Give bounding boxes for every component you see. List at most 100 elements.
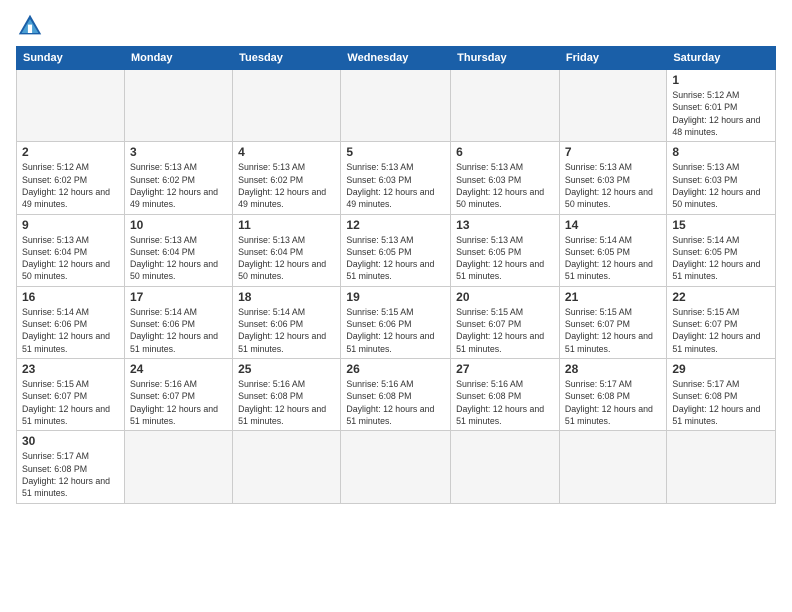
day-number: 14 xyxy=(565,218,661,232)
calendar-cell: 25 Sunrise: 5:16 AMSunset: 6:08 PMDayligh… xyxy=(233,359,341,431)
weekday-header-saturday: Saturday xyxy=(667,47,776,70)
day-number: 8 xyxy=(672,145,770,159)
day-info: Sunrise: 5:16 AMSunset: 6:08 PMDaylight:… xyxy=(456,378,554,427)
calendar-week-row: 30 Sunrise: 5:17 AMSunset: 6:08 PMDayligh… xyxy=(17,431,776,503)
header xyxy=(16,12,776,40)
day-info: Sunrise: 5:15 AMSunset: 6:07 PMDaylight:… xyxy=(565,306,661,355)
calendar-week-row: 23 Sunrise: 5:15 AMSunset: 6:07 PMDayligh… xyxy=(17,359,776,431)
day-info: Sunrise: 5:14 AMSunset: 6:06 PMDaylight:… xyxy=(22,306,119,355)
day-info: Sunrise: 5:12 AMSunset: 6:02 PMDaylight:… xyxy=(22,161,119,210)
calendar-cell: 2 Sunrise: 5:12 AMSunset: 6:02 PMDaylight… xyxy=(17,142,125,214)
day-number: 12 xyxy=(346,218,445,232)
calendar-cell xyxy=(233,431,341,503)
day-info: Sunrise: 5:13 AMSunset: 6:02 PMDaylight:… xyxy=(238,161,335,210)
calendar-cell: 6Sunrise: 5:13 AMSunset: 6:03 PMDaylight… xyxy=(451,142,560,214)
calendar-cell xyxy=(17,70,125,142)
weekday-header-wednesday: Wednesday xyxy=(341,47,451,70)
day-number: 11 xyxy=(238,218,335,232)
day-info: Sunrise: 5:15 AMSunset: 6:07 PMDaylight:… xyxy=(22,378,119,427)
day-info: Sunrise: 5:13 AMSunset: 6:05 PMDaylight:… xyxy=(346,234,445,283)
calendar-cell: 14 Sunrise: 5:14 AMSunset: 6:05 PMDayligh… xyxy=(559,214,666,286)
calendar-cell: 24Sunrise: 5:16 AMSunset: 6:07 PMDayligh… xyxy=(124,359,232,431)
weekday-header-monday: Monday xyxy=(124,47,232,70)
calendar-cell xyxy=(124,70,232,142)
day-info: Sunrise: 5:13 AMSunset: 6:04 PMDaylight:… xyxy=(130,234,227,283)
calendar-cell: 30 Sunrise: 5:17 AMSunset: 6:08 PMDayligh… xyxy=(17,431,125,503)
day-number: 28 xyxy=(565,362,661,376)
weekday-header-friday: Friday xyxy=(559,47,666,70)
day-info: Sunrise: 5:16 AMSunset: 6:08 PMDaylight:… xyxy=(238,378,335,427)
calendar-cell xyxy=(124,431,232,503)
calendar-cell: 23 Sunrise: 5:15 AMSunset: 6:07 PMDayligh… xyxy=(17,359,125,431)
calendar-cell: 29 Sunrise: 5:17 AMSunset: 6:08 PMDayligh… xyxy=(667,359,776,431)
calendar-cell: 18Sunrise: 5:14 AMSunset: 6:06 PMDayligh… xyxy=(233,286,341,358)
day-info: Sunrise: 5:13 AMSunset: 6:04 PMDaylight:… xyxy=(238,234,335,283)
calendar-cell: 15 Sunrise: 5:14 AMSunset: 6:05 PMDayligh… xyxy=(667,214,776,286)
day-info: Sunrise: 5:16 AMSunset: 6:08 PMDaylight:… xyxy=(346,378,445,427)
logo xyxy=(16,12,48,40)
calendar-cell: 5 Sunrise: 5:13 AMSunset: 6:03 PMDaylight… xyxy=(341,142,451,214)
day-number: 27 xyxy=(456,362,554,376)
calendar-cell: 27 Sunrise: 5:16 AMSunset: 6:08 PMDayligh… xyxy=(451,359,560,431)
calendar-cell xyxy=(667,431,776,503)
day-info: Sunrise: 5:14 AMSunset: 6:05 PMDaylight:… xyxy=(565,234,661,283)
calendar-cell: 20Sunrise: 5:15 AMSunset: 6:07 PMDayligh… xyxy=(451,286,560,358)
calendar-cell xyxy=(559,431,666,503)
weekday-header-tuesday: Tuesday xyxy=(233,47,341,70)
calendar-week-row: 16 Sunrise: 5:14 AMSunset: 6:06 PMDayligh… xyxy=(17,286,776,358)
day-number: 4 xyxy=(238,145,335,159)
day-info: Sunrise: 5:16 AMSunset: 6:07 PMDaylight:… xyxy=(130,378,227,427)
calendar-cell xyxy=(233,70,341,142)
calendar-cell xyxy=(341,70,451,142)
day-info: Sunrise: 5:13 AMSunset: 6:04 PMDaylight:… xyxy=(22,234,119,283)
day-number: 9 xyxy=(22,218,119,232)
day-number: 2 xyxy=(22,145,119,159)
calendar-cell: 7Sunrise: 5:13 AMSunset: 6:03 PMDaylight… xyxy=(559,142,666,214)
calendar-table: SundayMondayTuesdayWednesdayThursdayFrid… xyxy=(16,46,776,504)
page: SundayMondayTuesdayWednesdayThursdayFrid… xyxy=(0,0,792,512)
day-number: 1 xyxy=(672,73,770,87)
day-info: Sunrise: 5:13 AMSunset: 6:03 PMDaylight:… xyxy=(346,161,445,210)
day-number: 5 xyxy=(346,145,445,159)
calendar-cell: 21 Sunrise: 5:15 AMSunset: 6:07 PMDayligh… xyxy=(559,286,666,358)
calendar-cell: 9 Sunrise: 5:13 AMSunset: 6:04 PMDaylight… xyxy=(17,214,125,286)
day-number: 23 xyxy=(22,362,119,376)
calendar-cell: 12 Sunrise: 5:13 AMSunset: 6:05 PMDayligh… xyxy=(341,214,451,286)
calendar-cell: 26Sunrise: 5:16 AMSunset: 6:08 PMDayligh… xyxy=(341,359,451,431)
day-number: 21 xyxy=(565,290,661,304)
calendar-cell xyxy=(559,70,666,142)
calendar-week-row: 2 Sunrise: 5:12 AMSunset: 6:02 PMDaylight… xyxy=(17,142,776,214)
day-number: 29 xyxy=(672,362,770,376)
calendar-cell: 3Sunrise: 5:13 AMSunset: 6:02 PMDaylight… xyxy=(124,142,232,214)
day-info: Sunrise: 5:13 AMSunset: 6:05 PMDaylight:… xyxy=(456,234,554,283)
calendar-cell: 1 Sunrise: 5:12 AMSunset: 6:01 PMDaylight… xyxy=(667,70,776,142)
day-info: Sunrise: 5:14 AMSunset: 6:05 PMDaylight:… xyxy=(672,234,770,283)
calendar-cell xyxy=(341,431,451,503)
weekday-header-thursday: Thursday xyxy=(451,47,560,70)
calendar-cell: 4 Sunrise: 5:13 AMSunset: 6:02 PMDaylight… xyxy=(233,142,341,214)
calendar-cell: 19Sunrise: 5:15 AMSunset: 6:06 PMDayligh… xyxy=(341,286,451,358)
day-info: Sunrise: 5:12 AMSunset: 6:01 PMDaylight:… xyxy=(672,89,770,138)
day-info: Sunrise: 5:14 AMSunset: 6:06 PMDaylight:… xyxy=(130,306,227,355)
day-number: 19 xyxy=(346,290,445,304)
day-number: 16 xyxy=(22,290,119,304)
day-number: 15 xyxy=(672,218,770,232)
day-number: 18 xyxy=(238,290,335,304)
day-number: 17 xyxy=(130,290,227,304)
weekday-header-sunday: Sunday xyxy=(17,47,125,70)
weekday-header-row: SundayMondayTuesdayWednesdayThursdayFrid… xyxy=(17,47,776,70)
day-number: 6 xyxy=(456,145,554,159)
calendar-cell xyxy=(451,431,560,503)
day-number: 25 xyxy=(238,362,335,376)
calendar-week-row: 1 Sunrise: 5:12 AMSunset: 6:01 PMDaylight… xyxy=(17,70,776,142)
calendar-cell: 11 Sunrise: 5:13 AMSunset: 6:04 PMDayligh… xyxy=(233,214,341,286)
day-number: 3 xyxy=(130,145,227,159)
day-info: Sunrise: 5:17 AMSunset: 6:08 PMDaylight:… xyxy=(22,450,119,499)
day-number: 22 xyxy=(672,290,770,304)
day-info: Sunrise: 5:13 AMSunset: 6:03 PMDaylight:… xyxy=(565,161,661,210)
day-info: Sunrise: 5:17 AMSunset: 6:08 PMDaylight:… xyxy=(672,378,770,427)
day-number: 30 xyxy=(22,434,119,448)
calendar-cell: 8Sunrise: 5:13 AMSunset: 6:03 PMDaylight… xyxy=(667,142,776,214)
calendar-week-row: 9 Sunrise: 5:13 AMSunset: 6:04 PMDaylight… xyxy=(17,214,776,286)
calendar-cell: 13Sunrise: 5:13 AMSunset: 6:05 PMDayligh… xyxy=(451,214,560,286)
